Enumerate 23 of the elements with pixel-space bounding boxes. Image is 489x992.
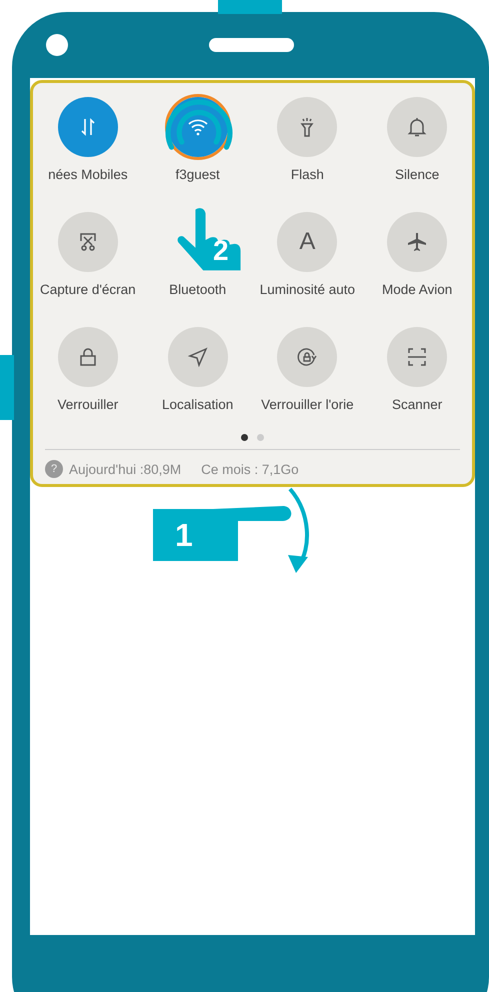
tile-label: Mode Avion xyxy=(382,282,452,297)
letter-icon: A xyxy=(299,228,316,256)
usage-today: Aujourd'hui :80,9M xyxy=(69,462,182,476)
camera-dot xyxy=(46,34,68,56)
tile-label: Flash xyxy=(290,167,324,182)
tile-label: Verrouiller xyxy=(57,397,118,412)
tile-label: Silence xyxy=(394,167,440,182)
tile-label: Scanner xyxy=(392,397,442,412)
location-arrow-icon xyxy=(186,345,210,369)
step-number: 2 xyxy=(213,235,229,267)
tile-label: Bluetooth xyxy=(169,282,226,297)
step-number: 1 xyxy=(175,517,193,554)
tile-label: nées Mobiles xyxy=(48,167,128,182)
usage-month: Ce mois : 7,1Go xyxy=(201,462,299,476)
tile-label: Verrouiller l'orie xyxy=(261,397,354,412)
tile-label: Localisation xyxy=(162,397,234,412)
tile-label: Luminosité auto xyxy=(260,282,356,297)
page-dot[interactable] xyxy=(257,434,264,441)
bell-icon xyxy=(405,115,430,139)
letter-toggle[interactable]: A xyxy=(277,212,338,272)
tile-label: Capture d'écran xyxy=(40,282,136,297)
page-dot[interactable] xyxy=(241,434,248,441)
tile-label: f3guest xyxy=(175,167,220,182)
